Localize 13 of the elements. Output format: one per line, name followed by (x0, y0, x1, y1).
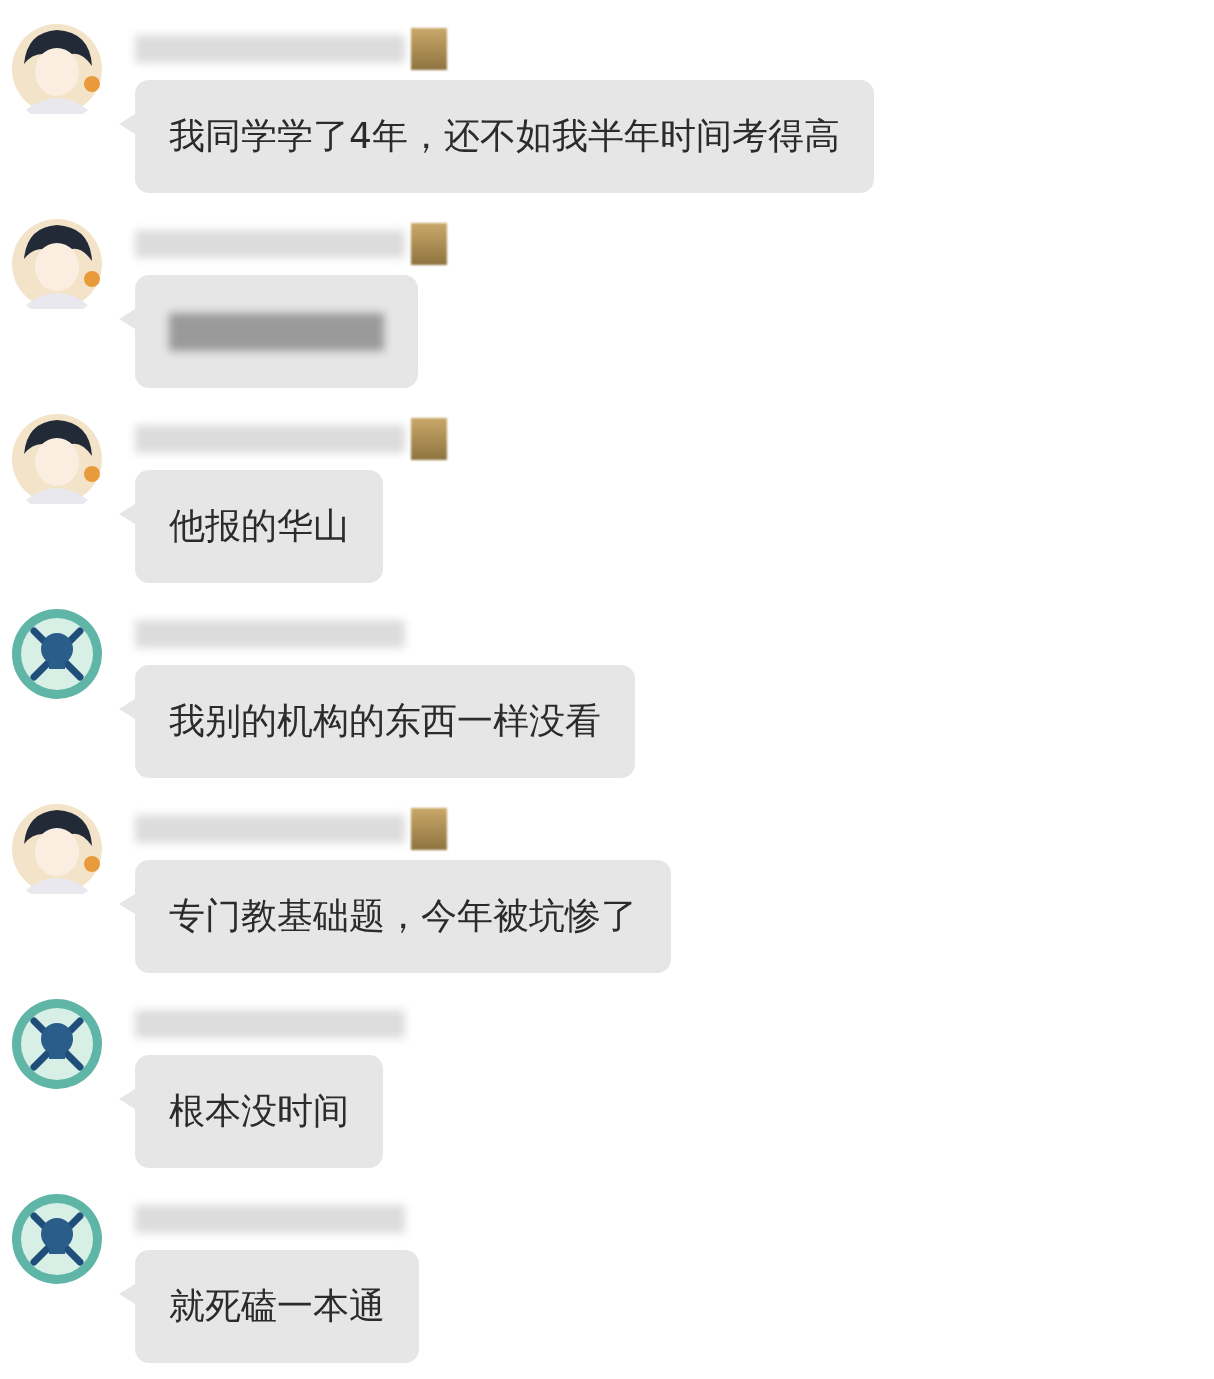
person-avatar-icon (12, 24, 102, 114)
person-avatar-icon (12, 414, 102, 504)
message-text: 就死磕一本通 (169, 1284, 385, 1328)
message-text: 他报的华山 (169, 504, 349, 548)
person-avatar-icon (12, 804, 102, 894)
message-text: 根本没时间 (169, 1089, 349, 1133)
message-text: 我同学学了4年，还不如我半年时间考得高 (169, 114, 840, 158)
message-text: 专门教基础题，今年被坑惨了 (169, 894, 637, 938)
skull-avatar-icon (12, 609, 102, 699)
person-avatar-icon (12, 219, 102, 309)
skull-avatar-icon (12, 1194, 102, 1284)
message-text: 我别的机构的东西一样没看 (169, 699, 601, 743)
skull-avatar-icon (12, 999, 102, 1089)
